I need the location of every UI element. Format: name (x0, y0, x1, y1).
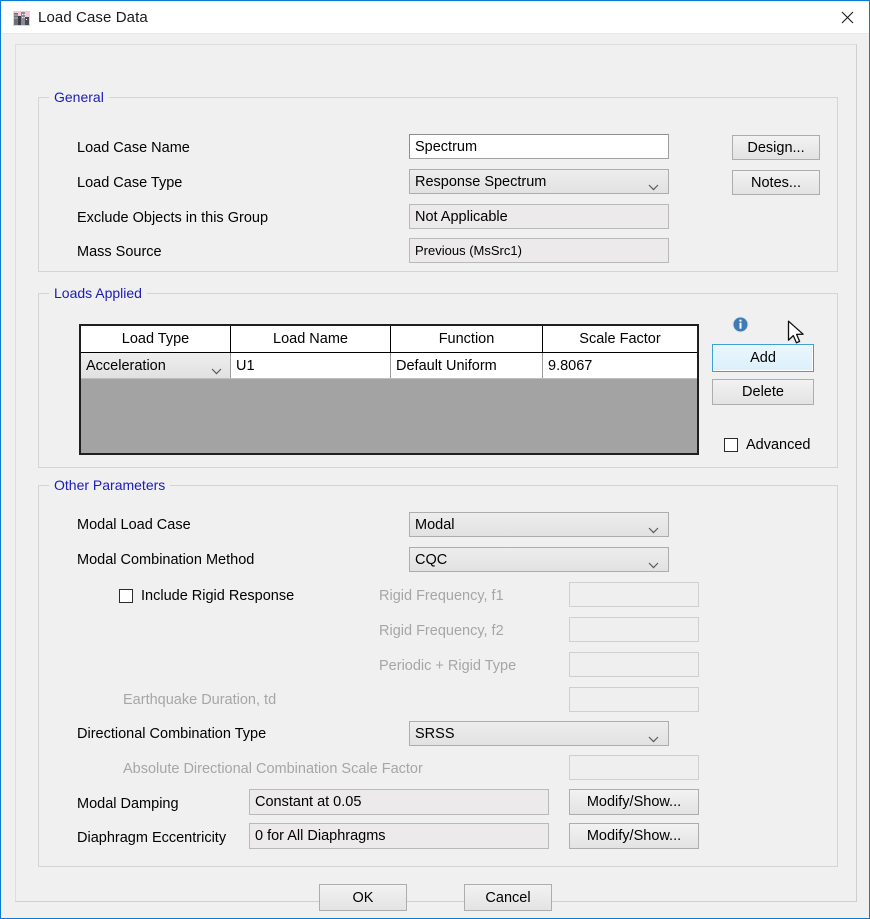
earthquake-duration-input (569, 687, 699, 712)
chevron-down-icon (648, 522, 659, 533)
window-title: Load Case Data (38, 9, 148, 26)
label-exclude-objects-group: Exclude Objects in this Group (77, 210, 269, 226)
chevron-down-icon (648, 557, 659, 568)
cell-load-name[interactable]: U1 (231, 353, 391, 378)
label-diaphragm-eccentricity: Diaphragm Eccentricity (77, 830, 227, 846)
label-periodic-rigid-type: Periodic + Rigid Type (379, 658, 517, 674)
mass-source-field: Previous (MsSrc1) (409, 238, 669, 263)
ok-button[interactable]: OK (319, 884, 407, 911)
mass-source-value: Previous (MsSrc1) (415, 243, 522, 258)
load-case-data-dialog: Load Case Data General Load Case Name Sp… (0, 0, 870, 919)
cancel-button-label: Cancel (485, 889, 531, 906)
cell-function-value: Default Uniform (396, 357, 497, 374)
chevron-down-icon (648, 731, 659, 742)
label-rigid-frequency-f1: Rigid Frequency, f1 (379, 588, 504, 604)
column-header-load-name: Load Name (231, 326, 391, 352)
cell-load-type[interactable]: Acceleration (81, 353, 231, 378)
dialog-body: General Load Case Name Spectrum Load Cas… (2, 34, 869, 918)
design-button[interactable]: Design... (732, 135, 820, 160)
column-header-function: Function (391, 326, 543, 352)
modal-load-case-value: Modal (415, 516, 455, 533)
cell-scale-factor-value: 9.8067 (548, 357, 593, 374)
modal-damping-modify-show-button[interactable]: Modify/Show... (569, 789, 699, 815)
group-other-parameters: Other Parameters Modal Load Case Modal M… (38, 477, 838, 867)
label-directional-combination-type: Directional Combination Type (77, 726, 267, 742)
ok-button-label: OK (352, 889, 374, 906)
chevron-down-icon (648, 179, 659, 190)
table-row[interactable]: Acceleration U1 Default Uniform 9.8067 (81, 353, 697, 379)
delete-button[interactable]: Delete (712, 379, 814, 405)
group-other-parameters-legend: Other Parameters (49, 477, 171, 493)
modal-combination-method-value: CQC (415, 551, 448, 568)
label-mass-source: Mass Source (77, 244, 162, 260)
rigid-frequency-f2-input (569, 617, 699, 642)
cell-function[interactable]: Default Uniform (391, 353, 543, 378)
advanced-checkbox[interactable]: Advanced (724, 437, 811, 453)
cell-load-type-value: Acceleration (86, 357, 166, 374)
label-rigid-frequency-f2: Rigid Frequency, f2 (379, 623, 504, 639)
label-earthquake-duration: Earthquake Duration, td (123, 692, 277, 708)
modal-combination-method-select[interactable]: CQC (409, 547, 669, 572)
load-case-name-input[interactable]: Spectrum (409, 134, 669, 159)
advanced-checkbox-box[interactable] (724, 438, 738, 452)
close-icon[interactable] (824, 2, 869, 33)
advanced-checkbox-label: Advanced (746, 437, 811, 453)
delete-button-label: Delete (742, 384, 784, 400)
group-general: General Load Case Name Spectrum Load Cas… (38, 89, 838, 272)
diaphragm-eccentricity-modify-show-button[interactable]: Modify/Show... (569, 823, 699, 849)
modal-damping-modify-show-label: Modify/Show... (586, 794, 682, 810)
loads-applied-table[interactable]: Load Type Load Name Function Scale Facto… (79, 324, 699, 455)
info-icon[interactable] (732, 316, 749, 338)
group-general-legend: General (49, 89, 109, 105)
label-modal-load-case: Modal Load Case (77, 517, 191, 533)
table-header-row: Load Type Load Name Function Scale Facto… (81, 326, 697, 353)
chevron-down-icon (211, 363, 222, 374)
notes-button[interactable]: Notes... (732, 170, 820, 195)
cancel-button[interactable]: Cancel (464, 884, 552, 911)
label-modal-damping: Modal Damping (77, 796, 179, 812)
periodic-rigid-type-input (569, 652, 699, 677)
dialog-panel: General Load Case Name Spectrum Load Cas… (15, 44, 857, 911)
title-bar: Load Case Data (2, 2, 869, 34)
label-modal-combination-method: Modal Combination Method (77, 552, 255, 568)
load-case-type-value: Response Spectrum (415, 173, 547, 190)
modal-load-case-select[interactable]: Modal (409, 512, 669, 537)
rigid-frequency-f1-input (569, 582, 699, 607)
design-button-label: Design... (747, 139, 805, 156)
directional-combination-type-value: SRSS (415, 725, 455, 742)
label-absolute-directional-scale-factor: Absolute Directional Combination Scale F… (123, 761, 423, 777)
cell-scale-factor[interactable]: 9.8067 (543, 353, 697, 378)
cell-load-name-value: U1 (236, 357, 255, 374)
add-button-label: Add (750, 350, 776, 366)
label-load-case-name: Load Case Name (77, 140, 190, 156)
modal-damping-field: Constant at 0.05 (249, 789, 549, 815)
load-case-type-select[interactable]: Response Spectrum (409, 169, 669, 194)
column-header-load-type: Load Type (81, 326, 231, 352)
group-loads-applied-legend: Loads Applied (49, 285, 147, 301)
absolute-directional-scale-factor-input (569, 755, 699, 780)
app-building-icon (13, 10, 30, 27)
include-rigid-response-label: Include Rigid Response (141, 588, 295, 604)
load-case-name-value: Spectrum (415, 138, 478, 155)
include-rigid-response-checkbox-box[interactable] (119, 589, 133, 603)
add-button[interactable]: Add (712, 344, 814, 372)
diaphragm-eccentricity-field: 0 for All Diaphragms (249, 823, 549, 849)
diaphragm-eccentricity-value: 0 for All Diaphragms (255, 828, 386, 844)
include-rigid-response-checkbox[interactable]: Include Rigid Response (119, 588, 294, 604)
exclude-objects-group-field: Not Applicable (409, 204, 669, 229)
diaphragm-eccentricity-modify-show-label: Modify/Show... (586, 828, 682, 844)
modal-damping-value: Constant at 0.05 (255, 794, 362, 810)
group-loads-applied: Loads Applied Load Type Load Name Functi… (38, 285, 838, 468)
label-load-case-type: Load Case Type (77, 175, 183, 191)
exclude-objects-group-value: Not Applicable (415, 208, 508, 225)
directional-combination-type-select[interactable]: SRSS (409, 721, 669, 746)
notes-button-label: Notes... (751, 174, 801, 191)
column-header-scale-factor: Scale Factor (543, 326, 697, 352)
